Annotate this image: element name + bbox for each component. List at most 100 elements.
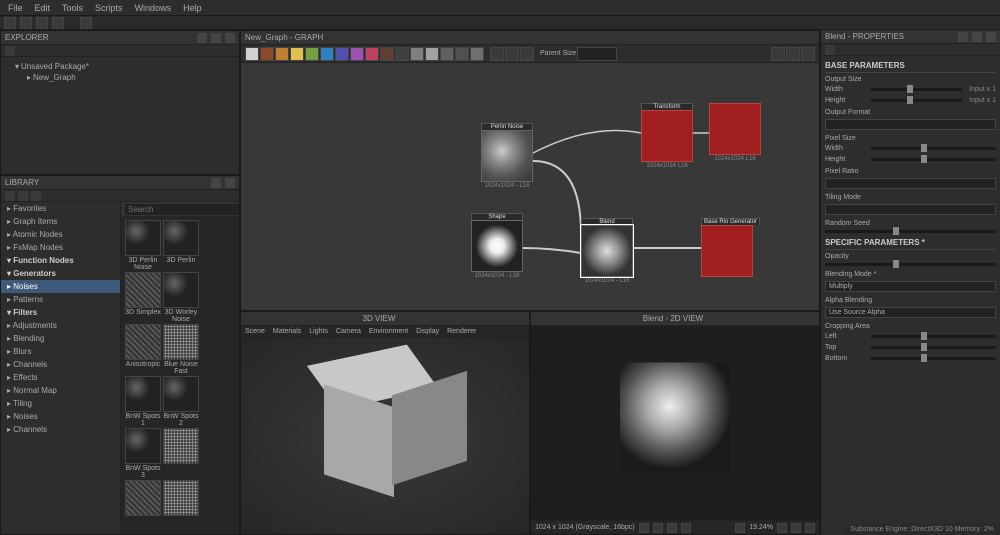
lib-cat-channels[interactable]: ▸ Channels	[1, 358, 120, 371]
close-icon[interactable]	[225, 33, 235, 43]
dock-icon[interactable]	[211, 33, 221, 43]
lib-cat-function-nodes[interactable]: ▾ Function Nodes	[1, 254, 120, 267]
save-icon[interactable]	[36, 17, 48, 29]
library-search-input[interactable]	[125, 204, 239, 215]
menu-display[interactable]: Display	[416, 328, 439, 335]
new-icon[interactable]	[4, 17, 16, 29]
palette-6-icon[interactable]	[320, 47, 334, 61]
thumb-bnw-spots-2[interactable]: BnW Spots 2	[163, 376, 199, 426]
dock-icon[interactable]	[972, 32, 982, 42]
node-t2[interactable]: 1024x1024 L16	[709, 103, 761, 162]
lib-cat-noises[interactable]: ▸ Noises	[1, 410, 120, 423]
lib-cat-fxmap-nodes[interactable]: ▸ FxMap Nodes	[1, 241, 120, 254]
actual-icon[interactable]	[805, 523, 815, 533]
palette-10-icon[interactable]	[380, 47, 394, 61]
collapse-icon[interactable]	[5, 46, 15, 56]
alpha-dropdown[interactable]: Use Source Alpha	[825, 307, 996, 318]
height-slider[interactable]	[871, 99, 962, 102]
opacity-slider[interactable]	[825, 263, 996, 266]
menu-camera[interactable]: Camera	[336, 328, 361, 335]
tree-graph[interactable]: ▸New_Graph	[7, 72, 233, 83]
frame-tool-icon[interactable]	[505, 47, 519, 61]
thumb-bnw-spots-1[interactable]: BnW Spots 1	[125, 376, 161, 426]
palette-4-icon[interactable]	[290, 47, 304, 61]
lib-cat-patterns[interactable]: ▸ Patterns	[1, 293, 120, 306]
reset-icon[interactable]	[825, 45, 835, 55]
palette-9-icon[interactable]	[365, 47, 379, 61]
menu-windows[interactable]: Windows	[135, 3, 172, 13]
menu-edit[interactable]: Edit	[35, 3, 51, 13]
px-height-slider[interactable]	[871, 158, 996, 161]
channel-a-icon[interactable]	[681, 523, 691, 533]
refresh-icon[interactable]	[80, 17, 92, 29]
format-dropdown[interactable]	[825, 119, 996, 130]
px-width-slider[interactable]	[871, 147, 996, 150]
palette-2-icon[interactable]	[260, 47, 274, 61]
lib-cat-filters[interactable]: ▾ Filters	[1, 306, 120, 319]
close-icon[interactable]	[986, 32, 996, 42]
thumb-blue-noise-fast[interactable]: Blue Noise Fast	[163, 324, 199, 374]
zoom-fit-icon[interactable]	[771, 47, 785, 61]
palette-5-icon[interactable]	[305, 47, 319, 61]
palette-15-icon[interactable]	[455, 47, 469, 61]
2d-viewport[interactable]	[531, 326, 819, 520]
link-tool-icon[interactable]	[520, 47, 534, 61]
lib-cat-effects[interactable]: ▸ Effects	[1, 371, 120, 384]
thumb-3d-simplex[interactable]: 3D Simplex	[125, 272, 161, 322]
specific-params-header[interactable]: SPECIFIC PARAMETERS *	[825, 235, 996, 250]
menu-materials[interactable]: Materials	[273, 328, 301, 335]
palette-8-icon[interactable]	[350, 47, 364, 61]
graph-canvas[interactable]: Perlin Noise1024x1024 - L16 Transform1024…	[241, 63, 819, 310]
channel-b-icon[interactable]	[667, 523, 677, 533]
grid-icon[interactable]	[197, 33, 207, 43]
lib-cat-atomic-nodes[interactable]: ▸ Atomic Nodes	[1, 228, 120, 241]
base-params-header[interactable]: BASE PARAMETERS	[825, 58, 996, 73]
menu-help[interactable]: Help	[183, 3, 202, 13]
thumb-noise[interactable]	[125, 480, 161, 530]
blend-mode-dropdown[interactable]: Multiply	[825, 281, 996, 292]
menu-file[interactable]: File	[8, 3, 23, 13]
menu-scripts[interactable]: Scripts	[95, 3, 123, 13]
filter-icon[interactable]	[18, 191, 28, 201]
lib-cat-blurs[interactable]: ▸ Blurs	[1, 345, 120, 358]
zoom-in-icon[interactable]	[777, 523, 787, 533]
thumb-3d-worley-noise[interactable]: 3D Worley Noise	[163, 272, 199, 322]
node-t1[interactable]: Transform1024x1024 L16	[641, 103, 693, 169]
fit-icon[interactable]	[791, 523, 801, 533]
menu-environment[interactable]: Environment	[369, 328, 408, 335]
thumb-noise[interactable]	[163, 480, 199, 530]
palette-11-icon[interactable]	[395, 47, 409, 61]
zoom-out-icon[interactable]	[735, 523, 745, 533]
tree-root[interactable]: ▾Unsaved Package*	[7, 61, 233, 72]
settings-icon[interactable]	[801, 47, 815, 61]
pin-icon[interactable]	[958, 32, 968, 42]
lib-cat-tiling[interactable]: ▸ Tiling	[1, 397, 120, 410]
menu-scene[interactable]: Scene	[245, 328, 265, 335]
thumb-3d-perlin-noise[interactable]: 3D Perlin Noise	[125, 220, 161, 270]
close-icon[interactable]	[225, 178, 235, 188]
crop-left-slider[interactable]	[871, 335, 996, 338]
lib-cat-noises[interactable]: ▸ Noises	[1, 280, 120, 293]
pin-icon[interactable]	[31, 191, 41, 201]
seed-slider[interactable]	[825, 230, 996, 233]
palette-7-icon[interactable]	[335, 47, 349, 61]
zoom-100-icon[interactable]	[786, 47, 800, 61]
palette-13-icon[interactable]	[425, 47, 439, 61]
home-icon[interactable]	[5, 191, 15, 201]
palette-16-icon[interactable]	[470, 47, 484, 61]
thumb-3d-perlin[interactable]: 3D Perlin	[163, 220, 199, 270]
export-icon[interactable]	[52, 17, 64, 29]
menu-tools[interactable]: Tools	[62, 3, 83, 13]
node-out[interactable]: Base Rio Generator	[701, 218, 760, 278]
palette-1-icon[interactable]	[245, 47, 259, 61]
parent-size-dropdown[interactable]	[577, 47, 617, 61]
node-tool-icon[interactable]	[490, 47, 504, 61]
node-perlin[interactable]: Perlin Noise1024x1024 - L16	[481, 123, 533, 189]
width-slider[interactable]	[871, 88, 962, 91]
lib-cat-generators[interactable]: ▾ Generators	[1, 267, 120, 280]
dock-icon[interactable]	[211, 178, 221, 188]
node-shape[interactable]: Shape1024x1024 - L16	[471, 213, 523, 279]
palette-12-icon[interactable]	[410, 47, 424, 61]
thumb-noise[interactable]	[163, 428, 199, 478]
lib-cat-graph-items[interactable]: ▸ Graph Items	[1, 215, 120, 228]
